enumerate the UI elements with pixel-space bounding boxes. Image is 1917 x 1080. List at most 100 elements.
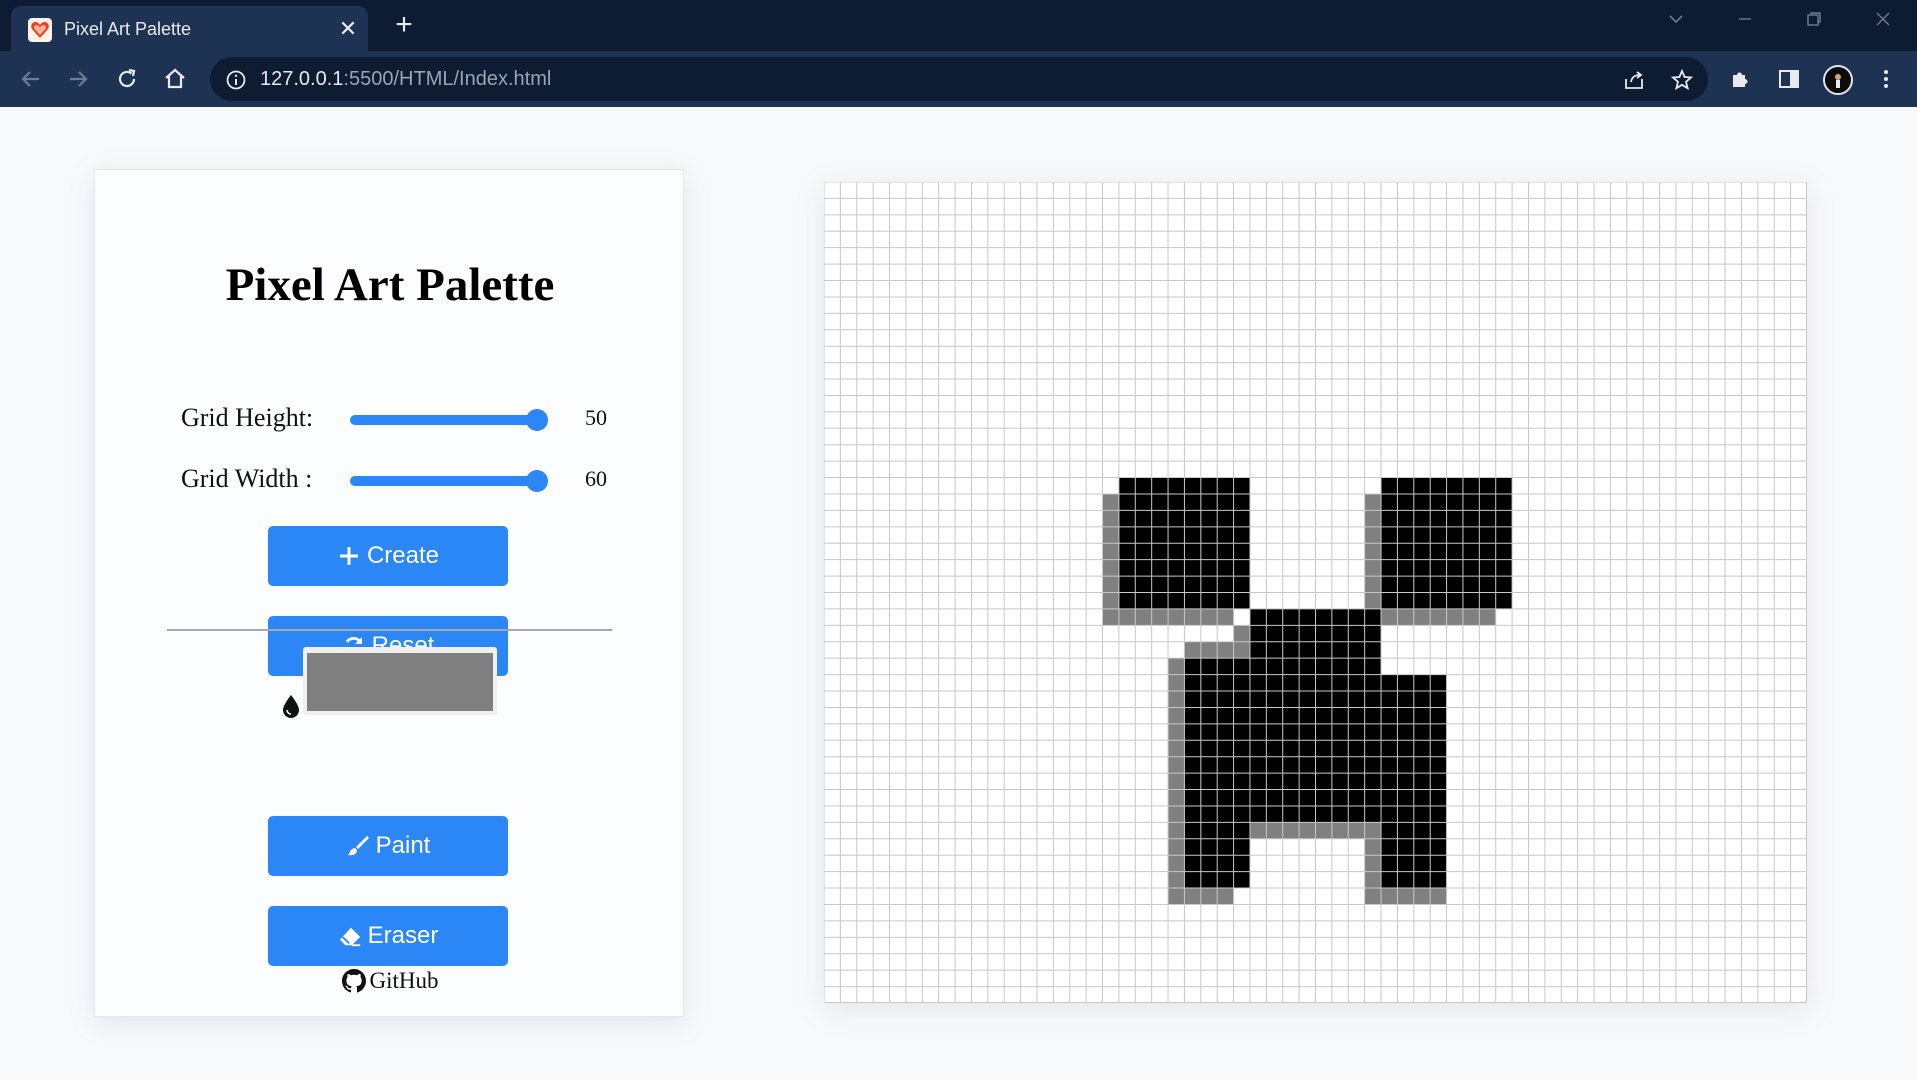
grid-pixel[interactable]: [1168, 526, 1185, 544]
grid-pixel[interactable]: [1118, 477, 1136, 494]
grid-pixel[interactable]: [1200, 838, 1218, 856]
grid-pixel[interactable]: [1184, 510, 1201, 527]
grid-pixel[interactable]: [1364, 674, 1382, 692]
grid-pixel[interactable]: [1200, 543, 1218, 560]
pixel-grid-canvas[interactable]: [824, 182, 1807, 1003]
grid-pixel[interactable]: [1348, 740, 1365, 757]
github-link[interactable]: GitHub: [95, 968, 685, 994]
grid-pixel[interactable]: [1413, 888, 1431, 905]
grid-pixel[interactable]: [1381, 691, 1398, 708]
grid-pixel[interactable]: [1200, 510, 1218, 527]
grid-pixel[interactable]: [1233, 493, 1250, 511]
grid-pixel[interactable]: [1462, 592, 1480, 609]
grid-pixel[interactable]: [1168, 576, 1185, 593]
grid-pixel[interactable]: [1168, 723, 1185, 741]
grid-pixel[interactable]: [1299, 773, 1316, 790]
grid-pixel[interactable]: [1135, 559, 1152, 577]
grid-pixel[interactable]: [1381, 822, 1398, 839]
grid-pixel[interactable]: [1381, 707, 1398, 724]
grid-pixel[interactable]: [1495, 477, 1513, 494]
grid-pixel[interactable]: [1397, 608, 1414, 626]
grid-pixel[interactable]: [1397, 888, 1414, 905]
grid-pixel[interactable]: [1430, 543, 1447, 560]
grid-pixel[interactable]: [1233, 740, 1250, 757]
grid-pixel[interactable]: [1397, 510, 1414, 527]
grid-pixel[interactable]: [1381, 608, 1398, 626]
grid-pixel[interactable]: [1233, 592, 1250, 609]
grid-pixel[interactable]: [1348, 641, 1365, 659]
grid-pixel[interactable]: [1151, 526, 1169, 544]
grid-pixel[interactable]: [1151, 592, 1169, 609]
grid-pixel[interactable]: [1233, 510, 1250, 527]
grid-pixel[interactable]: [1413, 608, 1431, 626]
grid-pixel[interactable]: [1430, 691, 1447, 708]
grid-pixel[interactable]: [1217, 691, 1234, 708]
grid-pixel[interactable]: [1397, 543, 1414, 560]
grid-pixel[interactable]: [1168, 559, 1185, 577]
grid-pixel[interactable]: [1479, 576, 1496, 593]
grid-pixel[interactable]: [1446, 576, 1463, 593]
grid-pixel[interactable]: [1168, 822, 1185, 839]
grid-pixel[interactable]: [1102, 543, 1119, 560]
back-arrow-icon[interactable]: [17, 65, 45, 93]
grid-pixel[interactable]: [1233, 773, 1250, 790]
grid-pixel[interactable]: [1446, 493, 1463, 511]
grid-pixel[interactable]: [1299, 674, 1316, 692]
grid-pixel[interactable]: [1135, 510, 1152, 527]
grid-pixel[interactable]: [1348, 773, 1365, 790]
grid-pixel[interactable]: [1249, 608, 1267, 626]
grid-pixel[interactable]: [1381, 526, 1398, 544]
grid-pixel[interactable]: [1299, 723, 1316, 741]
grid-pixel[interactable]: [1151, 543, 1169, 560]
grid-pixel[interactable]: [1381, 789, 1398, 806]
grid-pixel[interactable]: [1266, 658, 1283, 675]
grid-pixel[interactable]: [1184, 691, 1201, 708]
grid-pixel[interactable]: [1331, 822, 1349, 839]
grid-pixel[interactable]: [1430, 838, 1447, 856]
grid-pixel[interactable]: [1331, 658, 1349, 675]
grid-pixel[interactable]: [1364, 526, 1382, 544]
grid-pixel[interactable]: [1299, 789, 1316, 806]
grid-pixel[interactable]: [1282, 641, 1300, 659]
grid-pixel[interactable]: [1446, 543, 1463, 560]
grid-pixel[interactable]: [1479, 526, 1496, 544]
grid-pixel[interactable]: [1413, 756, 1431, 774]
grid-pixel[interactable]: [1249, 625, 1267, 642]
grid-pixel[interactable]: [1331, 723, 1349, 741]
grid-pixel[interactable]: [1430, 723, 1447, 741]
grid-pixel[interactable]: [1430, 805, 1447, 823]
grid-pixel[interactable]: [1397, 674, 1414, 692]
grid-pixel[interactable]: [1364, 641, 1382, 659]
grid-pixel[interactable]: [1315, 608, 1332, 626]
grid-pixel[interactable]: [1135, 576, 1152, 593]
grid-pixel[interactable]: [1348, 723, 1365, 741]
grid-pixel[interactable]: [1430, 510, 1447, 527]
grid-pixel[interactable]: [1168, 756, 1185, 774]
grid-pixel[interactable]: [1397, 576, 1414, 593]
grid-pixel[interactable]: [1118, 592, 1136, 609]
grid-pixel[interactable]: [1413, 871, 1431, 889]
grid-pixel[interactable]: [1168, 592, 1185, 609]
grid-pixel[interactable]: [1233, 543, 1250, 560]
grid-pixel[interactable]: [1184, 641, 1201, 659]
grid-pixel[interactable]: [1364, 691, 1382, 708]
grid-pixel[interactable]: [1233, 855, 1250, 872]
grid-pixel[interactable]: [1495, 576, 1513, 593]
grid-pixel[interactable]: [1446, 608, 1463, 626]
grid-pixel[interactable]: [1184, 543, 1201, 560]
grid-pixel[interactable]: [1315, 723, 1332, 741]
grid-pixel[interactable]: [1233, 526, 1250, 544]
grid-pixel[interactable]: [1249, 822, 1267, 839]
grid-pixel[interactable]: [1184, 789, 1201, 806]
grid-pixel[interactable]: [1462, 559, 1480, 577]
grid-pixel[interactable]: [1217, 707, 1234, 724]
grid-pixel[interactable]: [1397, 855, 1414, 872]
grid-pixel[interactable]: [1282, 756, 1300, 774]
grid-pixel[interactable]: [1200, 559, 1218, 577]
grid-pixel[interactable]: [1348, 691, 1365, 708]
grid-pixel[interactable]: [1200, 789, 1218, 806]
grid-pixel[interactable]: [1233, 559, 1250, 577]
grid-pixel[interactable]: [1364, 559, 1382, 577]
grid-pixel[interactable]: [1299, 805, 1316, 823]
grid-pixel[interactable]: [1430, 822, 1447, 839]
